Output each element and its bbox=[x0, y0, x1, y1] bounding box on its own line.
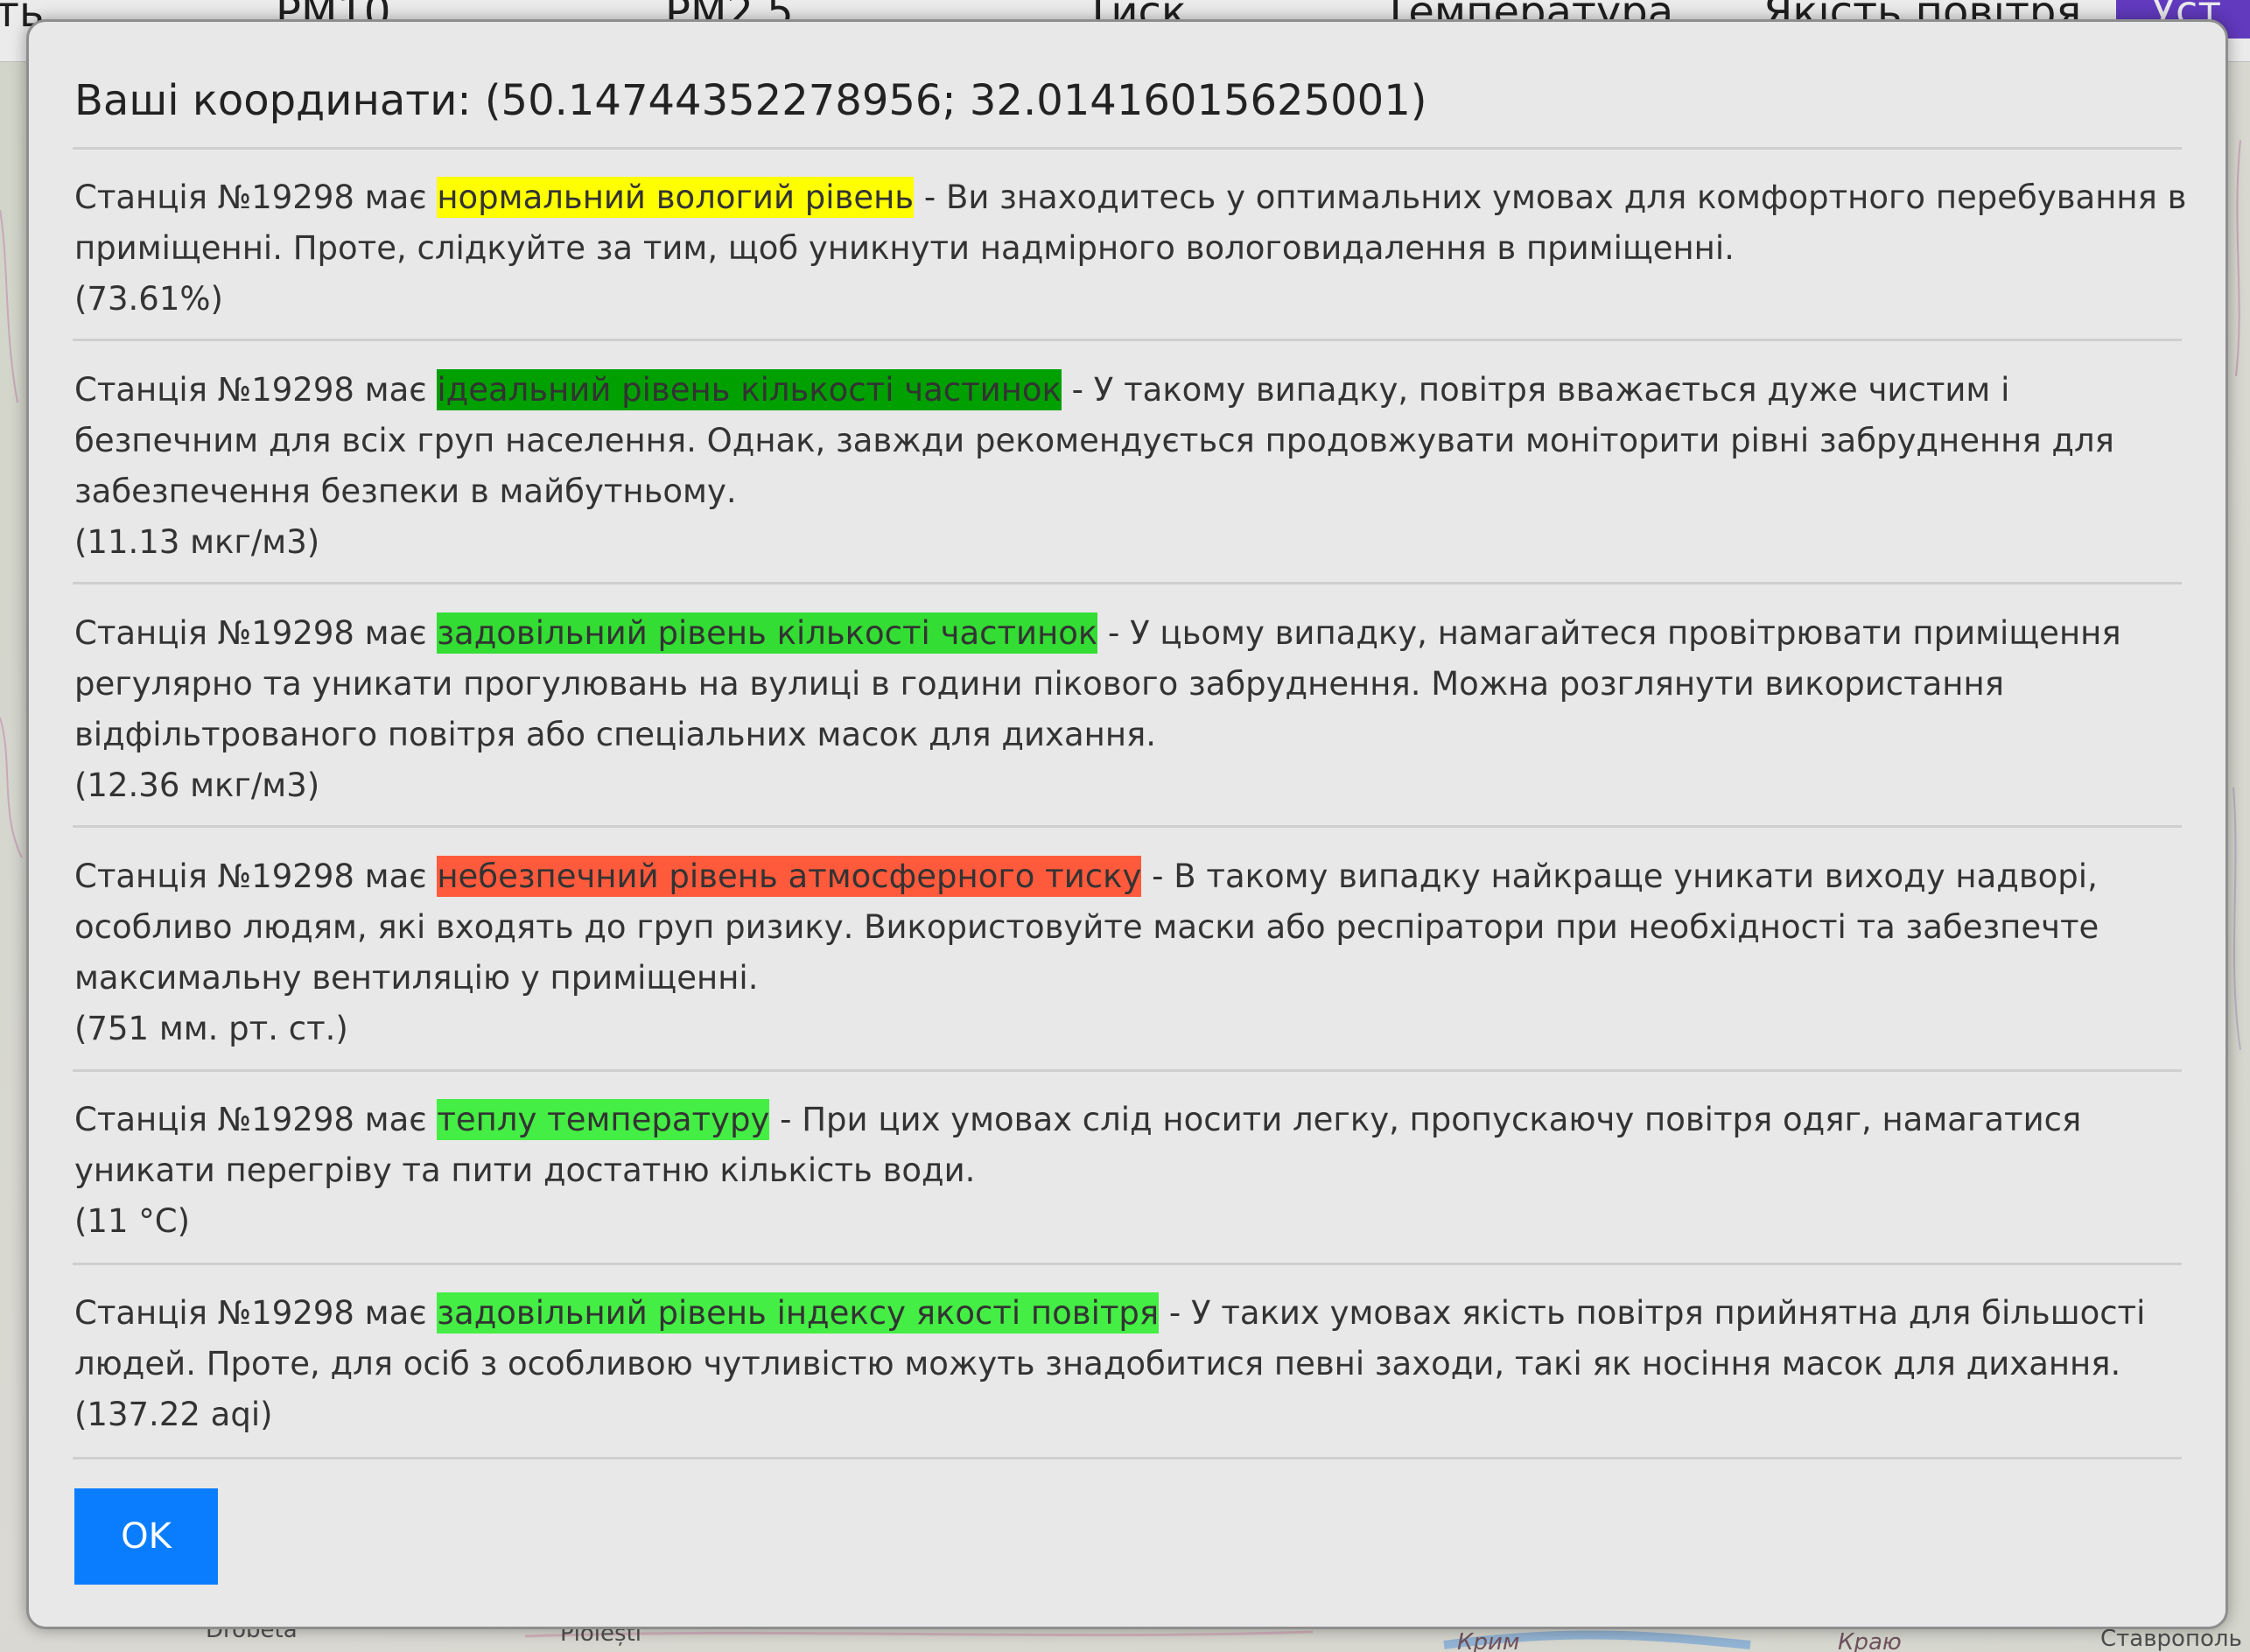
humidity-level-highlight: нормальний вологий рівень bbox=[437, 177, 915, 218]
ok-button[interactable]: OK bbox=[74, 1488, 218, 1585]
station-info-dialog: Ваші координати: (50.14744352278956; 32.… bbox=[26, 19, 2228, 1629]
divider bbox=[73, 825, 2182, 828]
divider bbox=[73, 582, 2182, 584]
message-value: (11.13 мкг/м3) bbox=[74, 523, 320, 561]
pressure-level-highlight: небезпечний рівень атмосферного тиску bbox=[437, 856, 1142, 897]
temperature-level-highlight: теплу температуру bbox=[437, 1099, 770, 1140]
divider bbox=[73, 147, 2182, 150]
message-value: (137.22 aqi) bbox=[74, 1396, 273, 1433]
pm25-level-highlight: задовільний рівень кількості частинок bbox=[437, 612, 1098, 654]
divider bbox=[73, 1069, 2182, 1072]
message-prefix: Станція №19298 має bbox=[74, 178, 438, 216]
divider bbox=[73, 1263, 2182, 1265]
pm10-level-highlight: ідеальний рівень кількості частинок bbox=[437, 369, 1062, 410]
message-value: (11 °C) bbox=[74, 1202, 191, 1240]
message-prefix: Станція №19298 має bbox=[74, 1294, 438, 1332]
divider bbox=[73, 1457, 2182, 1460]
message-value: (73.61%) bbox=[74, 280, 223, 318]
dialog-title: Ваші координати: (50.14744352278956; 32.… bbox=[74, 76, 1427, 125]
divider bbox=[73, 339, 2182, 341]
message-prefix: Станція №19298 має bbox=[74, 1101, 438, 1138]
aqi-level-highlight: задовільний рівень індексу якості повітр… bbox=[437, 1292, 1160, 1334]
message-temperature: Станція №19298 має теплу температуру - П… bbox=[74, 1095, 2192, 1247]
message-value: (12.36 мкг/м3) bbox=[74, 766, 320, 804]
message-pm25: Станція №19298 має задовільний рівень кі… bbox=[74, 608, 2192, 811]
message-prefix: Станція №19298 має bbox=[74, 371, 438, 409]
message-air-quality: Станція №19298 має задовільний рівень ін… bbox=[74, 1288, 2192, 1440]
message-pm10: Станція №19298 має ідеальний рівень кіль… bbox=[74, 365, 2192, 568]
message-prefix: Станція №19298 має bbox=[74, 614, 438, 652]
message-pressure: Станція №19298 має небезпечний рівень ат… bbox=[74, 851, 2192, 1054]
message-prefix: Станція №19298 має bbox=[74, 858, 438, 895]
page: Drobeta Ploiești Крим Краю Ставрополь ть… bbox=[0, 0, 2250, 1652]
message-value: (751 мм. рт. ст.) bbox=[74, 1010, 348, 1047]
message-humidity: Станція №19298 має нормальний вологий рі… bbox=[74, 172, 2192, 325]
